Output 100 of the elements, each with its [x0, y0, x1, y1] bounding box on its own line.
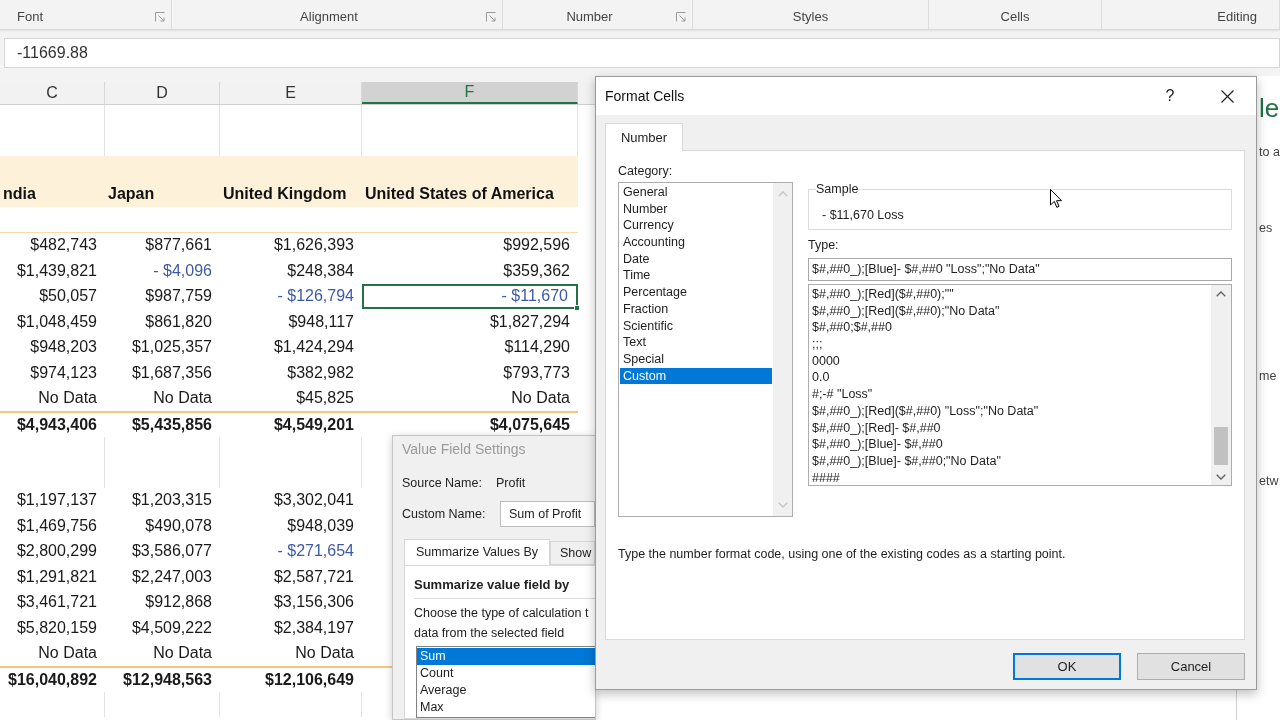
column-header[interactable]: F — [362, 82, 578, 104]
help-text: Type the number format code, using one of the existing codes as a starting point. — [618, 546, 1067, 562]
column-header[interactable]: C — [0, 82, 105, 104]
table-cell-text: No Data — [152, 388, 213, 409]
table-cell-text: $1,197,137 — [15, 490, 98, 511]
source-name-value: Profit — [496, 475, 526, 491]
table-cell-text: No Data — [37, 643, 98, 664]
pane-text: etw — [1259, 473, 1280, 489]
instruction-text: data from the selected field — [414, 625, 566, 642]
format-code-option[interactable]: 0.0 — [809, 369, 1211, 387]
format-code-option[interactable]: #;-# "Loss" — [809, 386, 1211, 403]
table-cell-text: $912,868 — [144, 592, 213, 613]
table-cell-text: $1,291,821 — [15, 566, 98, 587]
type-input[interactable]: $#,##0_);[Blue]- $#,##0 "Loss";"No Data" — [808, 258, 1232, 281]
cancel-button[interactable]: Cancel — [1137, 653, 1245, 680]
format-code-list[interactable] — [808, 284, 1232, 486]
chevron-up-icon — [777, 191, 788, 197]
table-cell-text: $948,203 — [29, 337, 98, 358]
formula-bar[interactable]: -11669.88 — [4, 38, 1280, 68]
ribbon-group-label: Editing — [1217, 8, 1257, 25]
dialog-launcher-icon[interactable] — [155, 11, 165, 22]
table-cell-text: $3,461,721 — [15, 592, 98, 613]
format-code-option[interactable]: $#,##0_);[Red]($#,##0);"No Data" — [809, 302, 1211, 320]
category-option[interactable]: Number — [620, 200, 772, 218]
pane-text: to a — [1259, 144, 1280, 160]
section-heading: Summarize value field by — [414, 577, 571, 593]
table-cell-text: $2,384,197 — [272, 617, 355, 638]
category-option[interactable]: Custom — [620, 367, 772, 385]
fill-handle-icon[interactable] — [574, 305, 580, 311]
format-code-option[interactable]: ;;; — [809, 336, 1211, 353]
ok-button[interactable]: OK — [1013, 653, 1121, 680]
format-code-option[interactable]: $#,##0_);[Red]($#,##0) "Loss";"No Data" — [809, 402, 1211, 420]
sample-label: Sample — [816, 182, 859, 197]
list-option[interactable]: Max — [417, 699, 595, 716]
category-option[interactable]: Scientific — [620, 317, 772, 335]
table-cell-text: $359,362 — [502, 260, 571, 281]
function-list[interactable]: Sum Count Average Max — [416, 646, 595, 718]
category-option[interactable]: Fraction — [620, 300, 772, 318]
table-cell-text: $1,203,315 — [130, 490, 213, 511]
scrollbar-thumb[interactable] — [1214, 427, 1228, 465]
tab[interactable]: Show — [550, 541, 595, 565]
format-code-option[interactable]: $#,##0_);[Blue]- $#,##0;"No Data" — [809, 452, 1211, 470]
table-cell-text: $1,626,393 — [272, 235, 355, 256]
table-cell-text: $793,773 — [502, 362, 571, 383]
scrollbar[interactable] — [773, 183, 792, 516]
total-cell-text: $16,040,892 — [7, 669, 98, 690]
ribbon-group-label: Font — [17, 8, 43, 25]
pivot-column-label: United States of America — [364, 184, 555, 204]
format-code-option[interactable]: $#,##0;$#,##0 — [809, 319, 1211, 337]
field-label: Custom Name: — [402, 506, 487, 522]
table-cell-text: $948,117 — [287, 311, 355, 332]
list-option[interactable]: Average — [417, 682, 595, 699]
ribbon-group-label: Cells — [1000, 8, 1030, 25]
category-option[interactable]: Time — [620, 267, 772, 285]
dialog-title: Value Field Settings — [402, 440, 526, 458]
category-option[interactable]: Currency — [620, 217, 772, 235]
category-option[interactable]: Special — [620, 350, 772, 368]
pivot-column-label: ndia — [2, 184, 37, 204]
list-option[interactable]: Count — [417, 665, 595, 682]
format-code-option[interactable]: #### — [809, 469, 1211, 487]
table-cell-text: $482,743 — [29, 235, 98, 256]
table-cell-text: $1,439,821 — [15, 260, 98, 281]
scrollbar[interactable] — [1211, 285, 1231, 485]
table-cell-text: $114,290 — [503, 337, 571, 358]
custom-name-input[interactable]: Sum of Profit — [500, 501, 595, 527]
dialog-launcher-icon[interactable] — [486, 11, 496, 22]
table-cell-text: $992,596 — [502, 235, 571, 256]
dialog-title: Format Cells — [604, 87, 685, 105]
help-button[interactable]: ? — [1155, 81, 1185, 111]
column-header[interactable]: D — [105, 82, 220, 104]
table-cell-text: - $271,654 — [276, 541, 355, 562]
total-cell-text: $5,435,856 — [130, 414, 213, 435]
ribbon-group-label: Styles — [792, 8, 829, 25]
category-option[interactable]: Accounting — [620, 234, 772, 251]
format-code-option[interactable]: $#,##0_);[Blue]- $#,##0 — [809, 436, 1211, 453]
tab[interactable]: Summarize Values By — [404, 539, 550, 565]
table-cell-text: $974,123 — [29, 362, 98, 383]
table-cell-text: No Data — [37, 388, 98, 409]
table-cell-text: - $126,794 — [276, 286, 355, 307]
format-code-option[interactable]: 0000 — [809, 352, 1211, 370]
category-list[interactable]: General Number Currency Accounting Date Time Percentage Fraction Scientific Text Special Custom — [618, 182, 793, 517]
table-cell-text: $5,820,159 — [15, 617, 98, 638]
ribbon-group-label: Alignment — [300, 8, 358, 25]
total-cell-text: $4,075,645 — [488, 414, 571, 435]
mouse-pointer-icon — [1050, 189, 1062, 208]
table-cell-text: $50,057 — [38, 286, 98, 307]
format-code-option[interactable]: $#,##0_);[Red]($#,##0);"" — [809, 286, 1211, 303]
table-cell-text: No Data — [294, 643, 355, 664]
tab[interactable]: Number — [605, 123, 683, 151]
category-option[interactable]: Percentage — [620, 284, 772, 301]
table-cell-text: $1,687,356 — [130, 362, 213, 383]
table-cell-text: $2,800,299 — [15, 541, 98, 562]
table-cell: - $11,670 — [362, 283, 578, 309]
table-cell-text: $3,586,077 — [130, 541, 213, 562]
category-option[interactable]: Text — [620, 334, 772, 351]
dialog-launcher-icon[interactable] — [676, 11, 686, 22]
category-option[interactable]: Date — [620, 250, 772, 268]
category-option[interactable]: General — [620, 184, 772, 201]
format-code-option[interactable]: $#,##0_);[Red]- $#,##0 — [809, 419, 1211, 437]
list-option[interactable]: Sum — [417, 648, 595, 665]
